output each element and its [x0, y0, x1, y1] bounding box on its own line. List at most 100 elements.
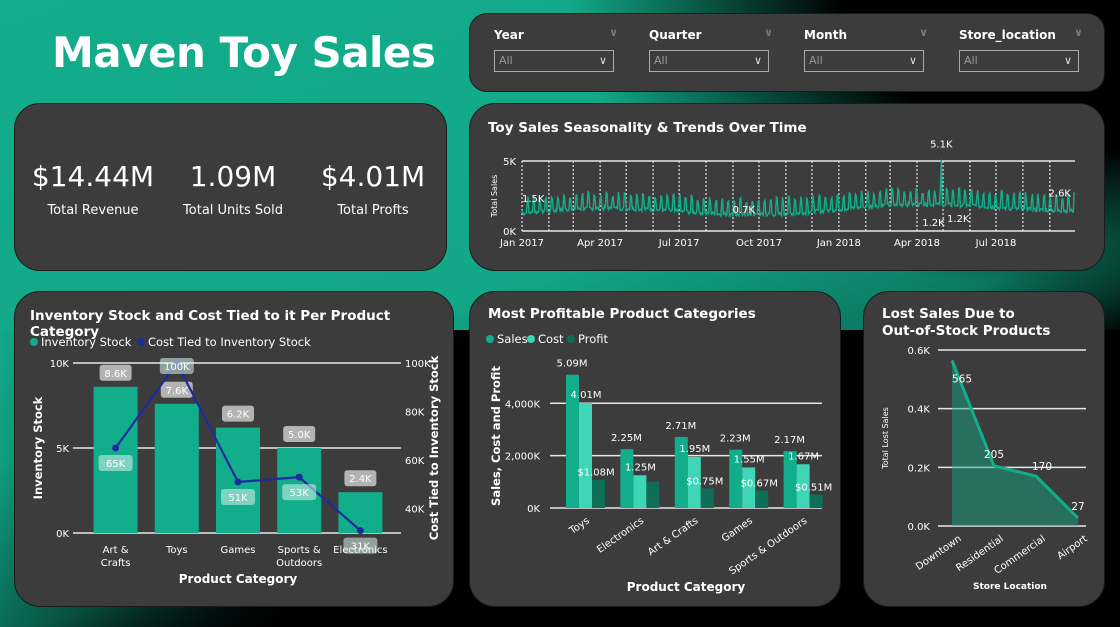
y-axis-label: Sales, Cost and Profit	[489, 366, 503, 506]
trend-line	[521, 159, 1076, 219]
y2-tick-label: 40K	[405, 505, 425, 516]
slicer-quarter-label: Quarter	[649, 28, 702, 42]
slicer-quarter-value: All	[654, 54, 668, 67]
bar	[633, 475, 647, 508]
y-tick-label: 0.4K	[908, 405, 931, 416]
data-label: 31K	[351, 542, 371, 553]
y-axis-label: Total Sales	[490, 175, 499, 219]
data-label: $0.67M	[741, 478, 778, 489]
y2-axis-label: Cost Tied to Inventory Stock	[427, 355, 441, 540]
legend-marker	[486, 335, 494, 343]
x-tick-label: Toys	[567, 515, 592, 537]
y-axis-label: Inventory Stock	[31, 396, 45, 499]
inventory-chart[interactable]: Inventory Stock Cost Tied to Inventory St…	[15, 292, 455, 608]
y-tick-label: 2,000K	[505, 452, 541, 463]
kpi-label: Total Profts	[337, 203, 409, 218]
y2-tick-label: 60K	[405, 456, 425, 467]
y-tick-label: 0K	[503, 227, 516, 238]
data-label: 2.71M	[665, 421, 696, 432]
data-label: 2.17M	[774, 435, 805, 446]
data-label: $1.08M	[577, 468, 614, 479]
data-label: 1.25M	[625, 462, 656, 473]
data-label: 565	[952, 373, 972, 385]
legend-label: Inventory Stock	[41, 335, 132, 349]
bar	[620, 449, 634, 508]
data-label: 53K	[290, 488, 310, 499]
slicer-month-dropdown[interactable]: All ∨	[804, 50, 924, 72]
profit-chart-card: Most Profitable Product Categories Sales…	[469, 291, 841, 607]
slicer-store-location[interactable]: Store_location ∨ All ∨	[959, 26, 1089, 72]
x-tick-label: Art & Crafts	[646, 515, 700, 558]
data-label: 170	[1032, 461, 1052, 473]
chart-title: Lost Sales Due to	[882, 306, 1015, 322]
legend-marker	[137, 338, 145, 346]
x-tick-label: Oct 2017	[736, 238, 782, 249]
lost-sales-chart[interactable]: Lost Sales Due toOut-of-Stock Products 0.…	[864, 292, 1106, 608]
x-tick-label: Games	[720, 515, 755, 544]
kpi-total-units-sold: 1.09M Total Units Sold	[163, 160, 303, 218]
trend-chart[interactable]: 0K 5K Jan 2017 Apr 2017 Jul 2017 Oct 2017 Jan …	[470, 104, 1106, 272]
slicer-store-location-dropdown[interactable]: All ∨	[959, 50, 1079, 72]
x-tick-label: Jan 2018	[816, 238, 861, 249]
x-tick-label: Jul 2017	[658, 238, 700, 249]
chevron-down-icon: ∨	[908, 54, 917, 67]
chart-title: Out-of-Stock Products	[882, 323, 1050, 339]
bar	[338, 492, 383, 533]
legend-label: Sales	[497, 332, 528, 346]
data-label: 6.2K	[227, 410, 250, 421]
data-label: 1.2K	[922, 218, 945, 229]
slicer-year-value: All	[499, 54, 513, 67]
y-tick-label: 10K	[50, 359, 70, 370]
data-label: 205	[984, 449, 1004, 461]
y2-tick-label: 80K	[405, 408, 425, 419]
y-tick-label: 0K	[56, 529, 69, 540]
data-label: 4.01M	[571, 390, 602, 401]
data-label: 1.55M	[734, 454, 765, 465]
legend-marker	[527, 335, 535, 343]
chevron-down-icon[interactable]: ∨	[609, 26, 618, 39]
chevron-down-icon: ∨	[598, 54, 607, 67]
data-label: $0.75M	[686, 476, 723, 487]
cost-point	[295, 473, 303, 481]
chevron-down-icon[interactable]: ∨	[919, 26, 928, 39]
data-label: 1.67M	[788, 451, 819, 462]
kpi-value: $14.44M	[31, 160, 155, 193]
x-tick-label: Jan 2017	[499, 238, 544, 249]
slicer-quarter-dropdown[interactable]: All ∨	[649, 50, 769, 72]
slicer-year[interactable]: Year ∨ All ∨	[494, 26, 624, 72]
bar	[700, 488, 714, 508]
data-label: 51K	[228, 493, 248, 504]
x-axis-label: Product Category	[627, 580, 746, 594]
data-label: 1.95M	[679, 444, 710, 455]
slicer-store-location-label: Store_location	[959, 28, 1056, 42]
slicer-quarter[interactable]: Quarter ∨ All ∨	[649, 26, 779, 72]
data-label: 2.23M	[720, 434, 751, 445]
chevron-down-icon[interactable]: ∨	[1074, 26, 1083, 39]
slicer-year-label: Year	[494, 28, 524, 42]
slicer-month[interactable]: Month ∨ All ∨	[804, 26, 934, 72]
x-tick-label: Toys	[165, 545, 188, 556]
y-axis-label: Total Lost Sales	[881, 407, 890, 470]
profit-chart[interactable]: Sales Cost Profit 0K 2,000K 4,000KSales, Cost…	[470, 292, 842, 608]
inventory-chart-card: Inventory Stock and Cost Tied to it Per …	[14, 291, 454, 607]
slicer-month-value: All	[809, 54, 823, 67]
y-tick-label: 0.2K	[908, 463, 931, 474]
x-tick-label: Crafts	[101, 558, 131, 569]
legend-label: Cost Tied to Inventory Stock	[148, 335, 311, 349]
data-label: 2.6K	[1049, 189, 1072, 200]
data-label: 2.25M	[611, 433, 642, 444]
x-axis-label: Product Category	[179, 572, 298, 586]
y-tick-label: 5K	[56, 444, 69, 455]
kpi-value: 1.09M	[189, 160, 277, 193]
data-label: 7.6K	[166, 386, 189, 397]
data-label: 65K	[106, 459, 126, 470]
bar	[646, 481, 660, 508]
legend-marker	[30, 338, 38, 346]
slicer-month-label: Month	[804, 28, 848, 42]
data-label: 1.5K	[522, 194, 545, 205]
chevron-down-icon[interactable]: ∨	[764, 26, 773, 39]
x-tick-label: Art &	[103, 545, 129, 556]
slicer-year-dropdown[interactable]: All ∨	[494, 50, 614, 72]
kpi-total-revenue: $14.44M Total Revenue	[23, 160, 163, 218]
bar	[579, 403, 592, 508]
